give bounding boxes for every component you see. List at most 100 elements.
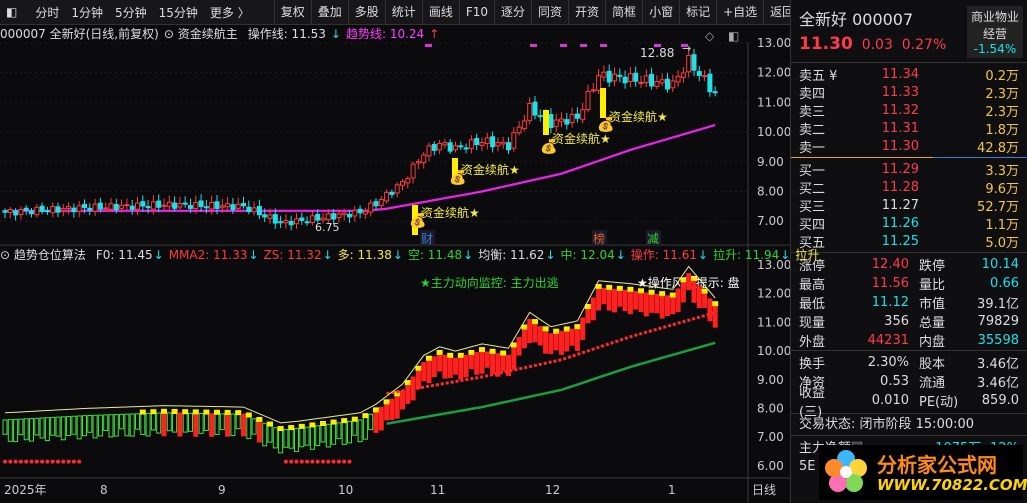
x-tick-label: 9 [218, 483, 226, 497]
position-bar [479, 350, 485, 374]
indicator-select[interactable]: ⊙ 资金续航主 [164, 25, 243, 42]
position-bar [654, 293, 660, 314]
period-tab[interactable]: 5分钟 [109, 4, 153, 21]
book-volume: 0.2万 [985, 68, 1019, 84]
period-tab[interactable]: 分时 [29, 4, 65, 21]
position-bar [400, 390, 405, 410]
y-tick-label: 12.00 [757, 287, 790, 301]
down-arrow-icon: ↓ [330, 26, 341, 41]
stat-value: 2.30% [867, 355, 909, 370]
toolbar-button[interactable]: 统计 [384, 0, 422, 25]
red-dot [34, 459, 39, 464]
toolbar-button[interactable]: 画线 [421, 0, 459, 25]
period-tab[interactable]: 15分钟 [153, 4, 204, 21]
book-row[interactable]: 卖一 11.30 42.8万 [791, 137, 1027, 156]
stat-label: 最高 [799, 278, 826, 293]
toolbar-button[interactable]: 多股 [347, 0, 385, 25]
stat-label: 现量 [799, 316, 826, 331]
stat-row: 最低 11.12 市值 39.1亿 [791, 293, 1027, 312]
position-bar [553, 332, 559, 351]
position-bar [702, 292, 708, 308]
kline-chart[interactable]: 13.0012.0011.0010.009.008.007.0013.0012.… [0, 25, 790, 503]
book-divider [791, 157, 1027, 158]
toolbar-button[interactable]: +自选 [716, 0, 763, 25]
stat-label: 内盘 [919, 335, 946, 350]
yellow-marker [680, 277, 687, 283]
toolbar-button[interactable]: 复权 [273, 0, 311, 25]
position-bar [665, 295, 670, 317]
sub-legend-value: 拉升: 11.94 [713, 248, 780, 262]
toolbar-button[interactable]: 标记 [679, 0, 716, 25]
book-row[interactable]: 买二 11.28 9.6万 [791, 178, 1027, 197]
down-arrow-icon: ↓ [322, 247, 333, 262]
yellow-marker [563, 326, 570, 332]
position-bar [378, 406, 384, 431]
book-row[interactable]: 卖四 11.33 2.3万 [791, 83, 1027, 102]
sector-badge[interactable]: 商业物业经营 -1.54% [967, 6, 1023, 58]
book-level: 买四 [799, 217, 826, 233]
toolbar-button[interactable]: 同资 [531, 0, 568, 25]
position-bar [474, 352, 480, 375]
toolbar-button[interactable]: 逐分 [494, 0, 531, 25]
yellow-marker [214, 409, 220, 415]
arrow-icon: → [682, 42, 691, 55]
book-volume: 1.1万 [985, 217, 1019, 233]
position-bar [680, 280, 686, 303]
x-tick-label: 10 [338, 483, 353, 497]
period-label[interactable]: 日线 [752, 483, 776, 497]
toolbar-button[interactable]: 叠加 [310, 0, 348, 25]
panel-toggle-icon[interactable]: ◧ [0, 5, 23, 19]
book-row[interactable]: 卖二 11.31 1.8万 [791, 119, 1027, 138]
window-icon[interactable]: ◧ [728, 29, 739, 43]
sub-legend-value: 拉升 [795, 248, 820, 262]
position-bar [590, 297, 596, 321]
y-tick-label: 8.00 [757, 402, 784, 416]
position-bar [675, 288, 681, 313]
yellow-marker [351, 416, 358, 422]
yellow-marker [447, 352, 454, 358]
position-bar [516, 336, 522, 356]
book-row[interactable]: 卖五 ¥ 11.34 0.2万 [791, 65, 1027, 84]
book-row[interactable]: 买三 11.27 52.7万 [791, 196, 1027, 215]
book-level: 买一 [799, 163, 826, 179]
stats-block-2: 换手 2.30% 股本 3.46亿 净资 0.53 流通 3.46亿 收益(三) 0.010 PE(… [791, 350, 1027, 420]
sub-indicator-select[interactable]: ⊙ 趋势仓位算法 [0, 246, 91, 263]
diamond-icon[interactable]: ◇ [705, 29, 715, 43]
book-row[interactable]: 买四 11.26 1.1万 [791, 214, 1027, 233]
price-change: 0.03 [861, 37, 893, 53]
yellow-marker [415, 365, 422, 371]
yellow-marker [404, 380, 411, 386]
book-volume: 9.6万 [985, 181, 1019, 197]
book-row[interactable]: 买一 11.29 3.3万 [791, 160, 1027, 179]
stat-row: 现量 356 总量 79829 [791, 312, 1027, 331]
book-volume: 1.8万 [985, 122, 1019, 138]
yellow-marker [235, 410, 242, 416]
monitor-text: ★主力动向监控: 主力出逃 [420, 275, 559, 290]
position-bar [559, 331, 564, 355]
toolbar-button[interactable]: 小窗 [642, 0, 679, 25]
sub-legend-value: MMA2: 11.33 [168, 247, 248, 262]
book-row[interactable]: 卖三 11.32 2.3万 [791, 101, 1027, 120]
toolbar-button[interactable]: F10 [458, 0, 494, 25]
yellow-marker [362, 413, 369, 419]
position-bar [696, 285, 702, 309]
period-tab[interactable]: 1分钟 [65, 4, 109, 21]
book-row[interactable]: 买五 11.25 5.0万 [791, 232, 1027, 251]
red-dot [66, 459, 71, 464]
toolbar-button[interactable]: 开资 [568, 0, 605, 25]
book-price: 11.34 [881, 66, 919, 82]
yellow-marker [256, 417, 263, 423]
position-bar [627, 290, 633, 315]
yellow-marker [330, 419, 337, 425]
sub-legend: ⊙ 趋势仓位算法 F0: 11.45 ↓ MMA2: 11.33 ↓ ZS: 11.32… [0, 246, 824, 263]
trend-line-value: 趋势线: 10.24 [345, 27, 425, 41]
yellow-marker [224, 409, 231, 415]
yellow-marker [489, 348, 496, 354]
position-bar [405, 383, 411, 404]
down-arrow-icon: ↓ [248, 247, 259, 262]
period-tab[interactable]: 更多 〉 [204, 4, 256, 21]
book-level: 卖一 [799, 140, 826, 156]
position-bar [431, 356, 437, 378]
position-bar [394, 394, 400, 419]
toolbar-button[interactable]: 简框 [605, 0, 642, 25]
